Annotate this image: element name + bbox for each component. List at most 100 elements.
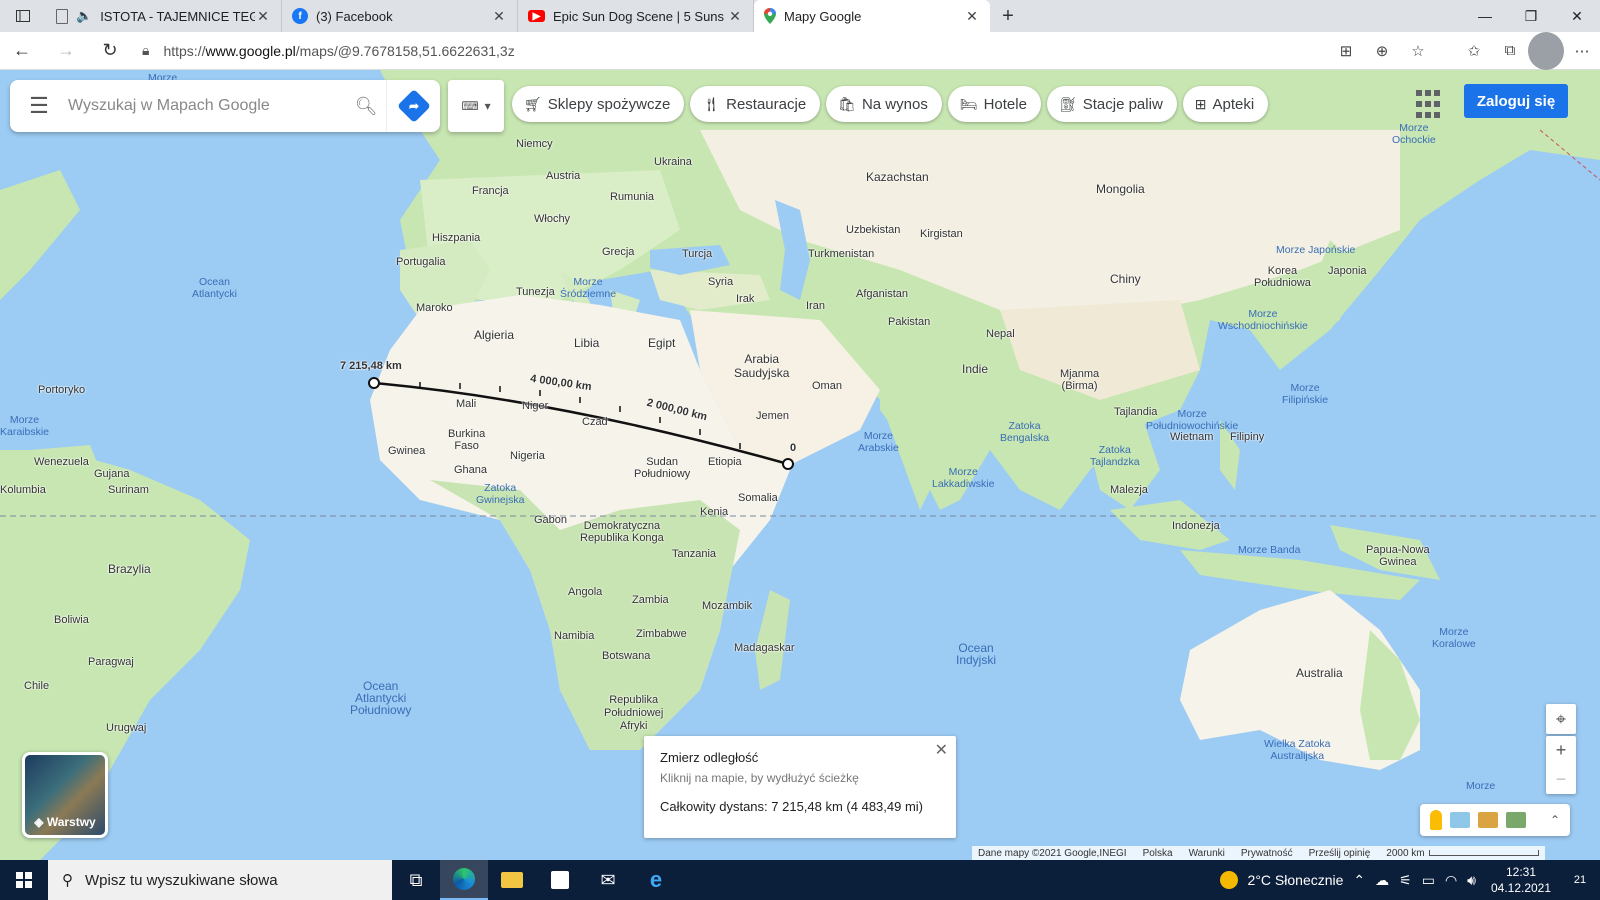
minimize-button[interactable]: — [1462,0,1508,32]
sign-in-button[interactable]: Zaloguj się [1464,84,1568,118]
map-label: Sudan Południowy [634,456,691,480]
close-window-button[interactable]: ✕ [1554,0,1600,32]
chevron-up-icon[interactable]: ⌃ [1353,872,1365,889]
edge-icon[interactable] [440,860,488,900]
imagery-thumbnail[interactable] [1506,812,1526,828]
close-icon[interactable]: ✕ [491,8,507,25]
zoom-in-button[interactable]: + [1556,736,1567,765]
new-tab-button[interactable]: + [990,0,1026,32]
map-label: Namibia [554,630,595,642]
pegman-icon[interactable] [1430,810,1442,830]
collections-icon[interactable]: ⧉ [1492,32,1528,70]
map-label: Turkmenistan [808,248,875,260]
map-label: Ukraina [654,156,692,168]
favorites-icon[interactable]: ✩ [1456,32,1492,70]
google-apps-icon[interactable] [1416,90,1446,120]
start-button[interactable] [0,860,48,900]
map-label: Włochy [534,213,571,225]
forward-button[interactable]: → [44,32,88,70]
hamburger-menu-icon[interactable]: ☰ [10,93,68,119]
expand-icon[interactable]: ⌃ [1550,813,1560,827]
measure-subtitle: Kliknij na mapie, by wydłużyć ścieżkę [660,771,859,785]
map-label: Morze Śródziemne [560,276,617,300]
reload-button[interactable]: ↻ [88,32,132,70]
imagery-thumbnail[interactable] [1450,812,1470,828]
app-available-icon[interactable]: ⊞ [1328,32,1364,70]
battery-icon[interactable]: ▭ [1422,872,1435,889]
country-link[interactable]: Polska [1143,848,1173,859]
browser-tab-bar: 🔈 ISTOTA - TAJEMNICE TEGO ŚWIATA ✕ f (3)… [0,0,1600,32]
map-label: Morze Lakkadiwskie [932,466,995,490]
weather-sun-icon [1219,871,1238,889]
internet-explorer-icon[interactable]: e [632,860,680,900]
url-field[interactable]: 🔒︎ https://www.google.pl/maps/@9.7678158… [142,35,1328,67]
notifications-button[interactable]: 21 [1566,866,1594,894]
browser-tab-active[interactable]: Mapy Google ✕ [754,0,990,32]
route-label-start: 7 215,48 km [340,360,402,372]
chip-restaurants[interactable]: 🍴︎ Restauracje [690,86,821,122]
network-icon[interactable]: ⚟ [1399,872,1412,889]
scale-indicator[interactable]: 2000 km [1386,848,1539,859]
map-label: Jemen [756,410,790,422]
clock[interactable]: 12:31 04.12.2021 [1486,864,1556,896]
volume-icon[interactable]: 🔊︎ [1467,872,1476,889]
browser-tab[interactable]: f (3) Facebook ✕ [282,0,518,32]
terms-link[interactable]: Warunki [1189,848,1225,859]
close-icon[interactable]: ✕ [935,740,948,760]
browser-tab[interactable]: 🔈 ISTOTA - TAJEMNICE TEGO ŚWIATA ✕ [46,0,282,32]
file-explorer-icon[interactable] [488,860,536,900]
map-canvas[interactable]: 7 215,48 km 4 000,00 km 2 000,00 km 0 Mo… [0,70,1600,860]
chip-pharmacies[interactable]: ⊞ Apteki [1182,86,1269,122]
restore-button[interactable]: ❐ [1508,0,1554,32]
search-icon: ⚲ [62,872,73,889]
search-icon[interactable]: 🔍︎ [346,96,386,117]
input-tools-button[interactable]: ⌨ ▾ [448,80,504,132]
map-label: Burkina Faso [448,428,486,452]
close-icon[interactable]: ✕ [964,8,980,25]
layers-button[interactable]: ◈ Warstwy [22,752,108,838]
category-chips: 🛒︎ Sklepy spożywcze 🍴︎ Restauracje 🛍︎ Na wy… [512,86,1269,122]
chip-groceries[interactable]: 🛒︎ Sklepy spożywcze [512,86,685,122]
tab-title: (3) Facebook [316,8,393,24]
map-label: Surinam [108,484,149,496]
store-icon[interactable] [536,860,584,900]
tab-actions-button[interactable] [0,0,46,32]
privacy-link[interactable]: Prywatność [1241,848,1293,859]
wifi-icon[interactable]: ◠ [1445,872,1457,889]
imagery-thumbnail[interactable] [1478,812,1498,828]
zoom-out-button[interactable]: − [1556,765,1567,794]
task-view-icon[interactable]: ⧉ [392,860,440,900]
map-label: Wenezuela [34,456,89,468]
browser-tab[interactable]: ▶ Epic Sun Dog Scene | 5 Suns Were ✕ [518,0,754,32]
back-button[interactable]: ← [0,32,44,70]
chip-gas-stations[interactable]: ⛽︎ Stacje paliw [1046,86,1177,122]
more-options-icon[interactable]: ⋯ [1564,32,1600,70]
directions-button[interactable]: ➦ [386,80,440,132]
map-label: Tunezja [516,286,555,298]
map-label: Gujana [94,468,130,480]
add-favorite-icon[interactable]: ☆ [1400,32,1436,70]
feedback-link[interactable]: Prześlij opinię [1309,848,1371,859]
google-maps-icon [764,8,776,24]
map-label: Morze Japońskie [1276,244,1356,256]
chip-takeout[interactable]: 🛍︎ Na wynos [826,86,942,122]
search-input[interactable] [68,97,346,115]
profile-button[interactable] [1528,31,1564,70]
clock-time: 12:31 [1505,865,1537,879]
close-icon[interactable]: ✕ [727,8,743,25]
map-footer: Dane mapy ©2021 Google,INEGI Polska Waru… [972,846,1545,860]
mail-icon[interactable]: ✉ [584,860,632,900]
weather-text[interactable]: 2°C Słonecznie [1248,872,1344,888]
chip-hotels[interactable]: 🛏︎ Hotele [947,86,1041,122]
cloud-icon[interactable]: ☁ [1375,872,1389,889]
my-location-button[interactable]: ⌖ [1546,704,1576,734]
taskbar-search[interactable]: ⚲ Wpisz tu wyszukiwane słowa [48,860,392,900]
close-icon[interactable]: ✕ [255,8,271,25]
zoom-icon[interactable]: ⊕ [1364,32,1400,70]
map-label: Demokratyczna Republika Konga [580,520,664,544]
windows-taskbar: ⚲ Wpisz tu wyszukiwane słowa ⧉ ✉ e 2°C S… [0,860,1600,900]
tab-title: ISTOTA - TAJEMNICE TEGO ŚWIATA [100,8,255,24]
map-attribution: Dane mapy ©2021 Google,INEGI [978,847,1127,859]
map-label: Syria [708,276,734,288]
map-label: Zatoka Gwinejska [476,482,525,506]
